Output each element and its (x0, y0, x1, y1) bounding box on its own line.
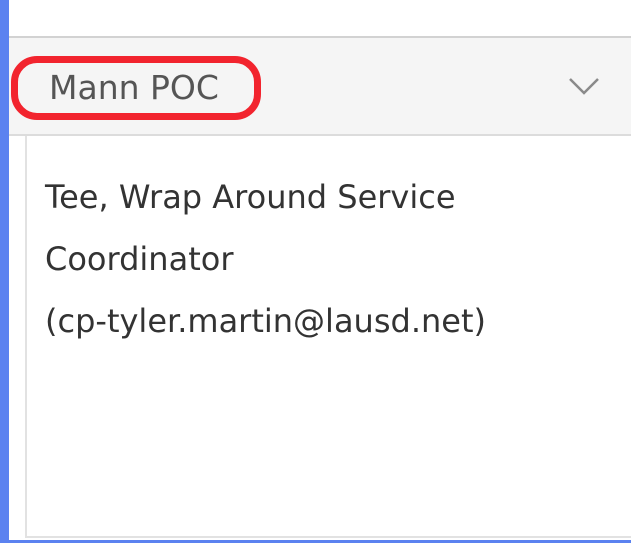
contact-role-cont: Coordinator (45, 240, 234, 278)
contact-name-role: Tee, Wrap Around Service (45, 178, 456, 216)
panel-content: Tee, Wrap Around Service Coordinator (cp… (25, 136, 631, 538)
panel-title: Mann POC (49, 68, 219, 107)
top-strip (9, 0, 631, 38)
panel-header[interactable]: Mann POC (9, 38, 631, 136)
chevron-down-icon[interactable] (567, 76, 601, 96)
contact-info: Tee, Wrap Around Service Coordinator (cp… (45, 166, 605, 352)
poc-panel: Mann POC Tee, Wrap Around Service Coordi… (9, 0, 631, 540)
contact-email: (cp-tyler.martin@lausd.net) (45, 302, 486, 340)
